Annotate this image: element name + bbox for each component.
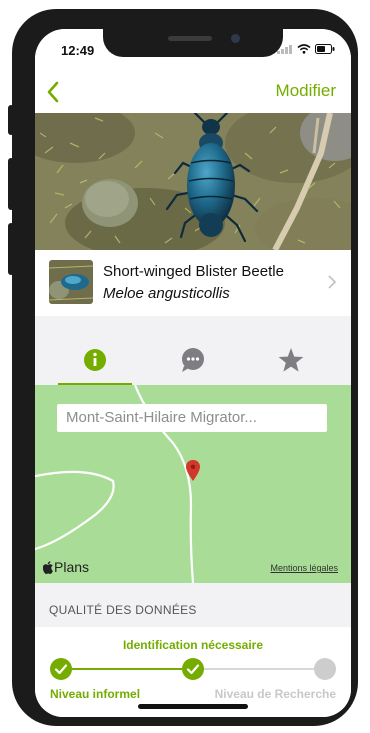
maps-attribution: Plans (43, 559, 89, 575)
data-quality-header: QUALITÉ DES DONNÉES (35, 583, 351, 627)
casual-level-label: Niveau informel (50, 687, 141, 701)
front-camera (231, 34, 240, 43)
data-quality-title: QUALITÉ DES DONNÉES (49, 603, 197, 617)
wifi-icon (297, 44, 311, 54)
needs-id-level-check (182, 658, 204, 680)
species-row[interactable]: Short-winged Blister Beetle Meloe angust… (35, 250, 351, 316)
beetle-thumbnail-image (49, 260, 93, 304)
nav-bar: Modifier (35, 73, 351, 113)
tab-favorites[interactable] (254, 339, 328, 385)
maps-provider-label: Plans (54, 559, 90, 575)
needs-id-label: Identification nécessaire (122, 638, 264, 652)
speaker-grille (168, 36, 212, 41)
map-pin-icon[interactable] (185, 459, 201, 483)
quality-progress-line-remaining (193, 668, 325, 670)
speech-bubble-icon (182, 348, 204, 372)
chevron-left-icon (47, 81, 59, 103)
tab-comments[interactable] (156, 339, 230, 385)
check-icon (186, 664, 200, 675)
species-thumbnail (49, 260, 93, 304)
screen: 12:49 Modifier Short-winged Blister Beet… (35, 29, 351, 717)
legal-notice-link[interactable]: Mentions légales (270, 563, 338, 573)
tab-bar (35, 339, 351, 386)
star-icon (278, 348, 304, 372)
back-button[interactable] (43, 79, 65, 105)
research-level-dot (314, 658, 336, 680)
observation-map[interactable]: Mont-Saint-Hilaire Migrator... Plans Men… (35, 385, 351, 583)
status-time: 12:49 (61, 43, 95, 58)
status-icons (277, 44, 335, 54)
place-name-field[interactable]: Mont-Saint-Hilaire Migrator... (57, 404, 327, 432)
battery-icon (315, 44, 335, 54)
tab-info[interactable] (58, 339, 132, 385)
observation-photo[interactable] (35, 113, 351, 250)
apple-logo-icon (43, 560, 53, 574)
chevron-right-icon (327, 274, 337, 295)
info-icon (84, 349, 106, 371)
species-common-name: Short-winged Blister Beetle (103, 263, 284, 280)
research-level-label: Niveau de Recherche (214, 687, 336, 701)
beetle-photo (35, 113, 351, 250)
home-indicator (138, 704, 248, 709)
edit-button[interactable]: Modifier (276, 81, 336, 101)
check-icon (54, 664, 68, 675)
casual-level-check (50, 658, 72, 680)
species-scientific-name: Meloe angusticollis (103, 285, 230, 302)
notch (103, 29, 283, 57)
